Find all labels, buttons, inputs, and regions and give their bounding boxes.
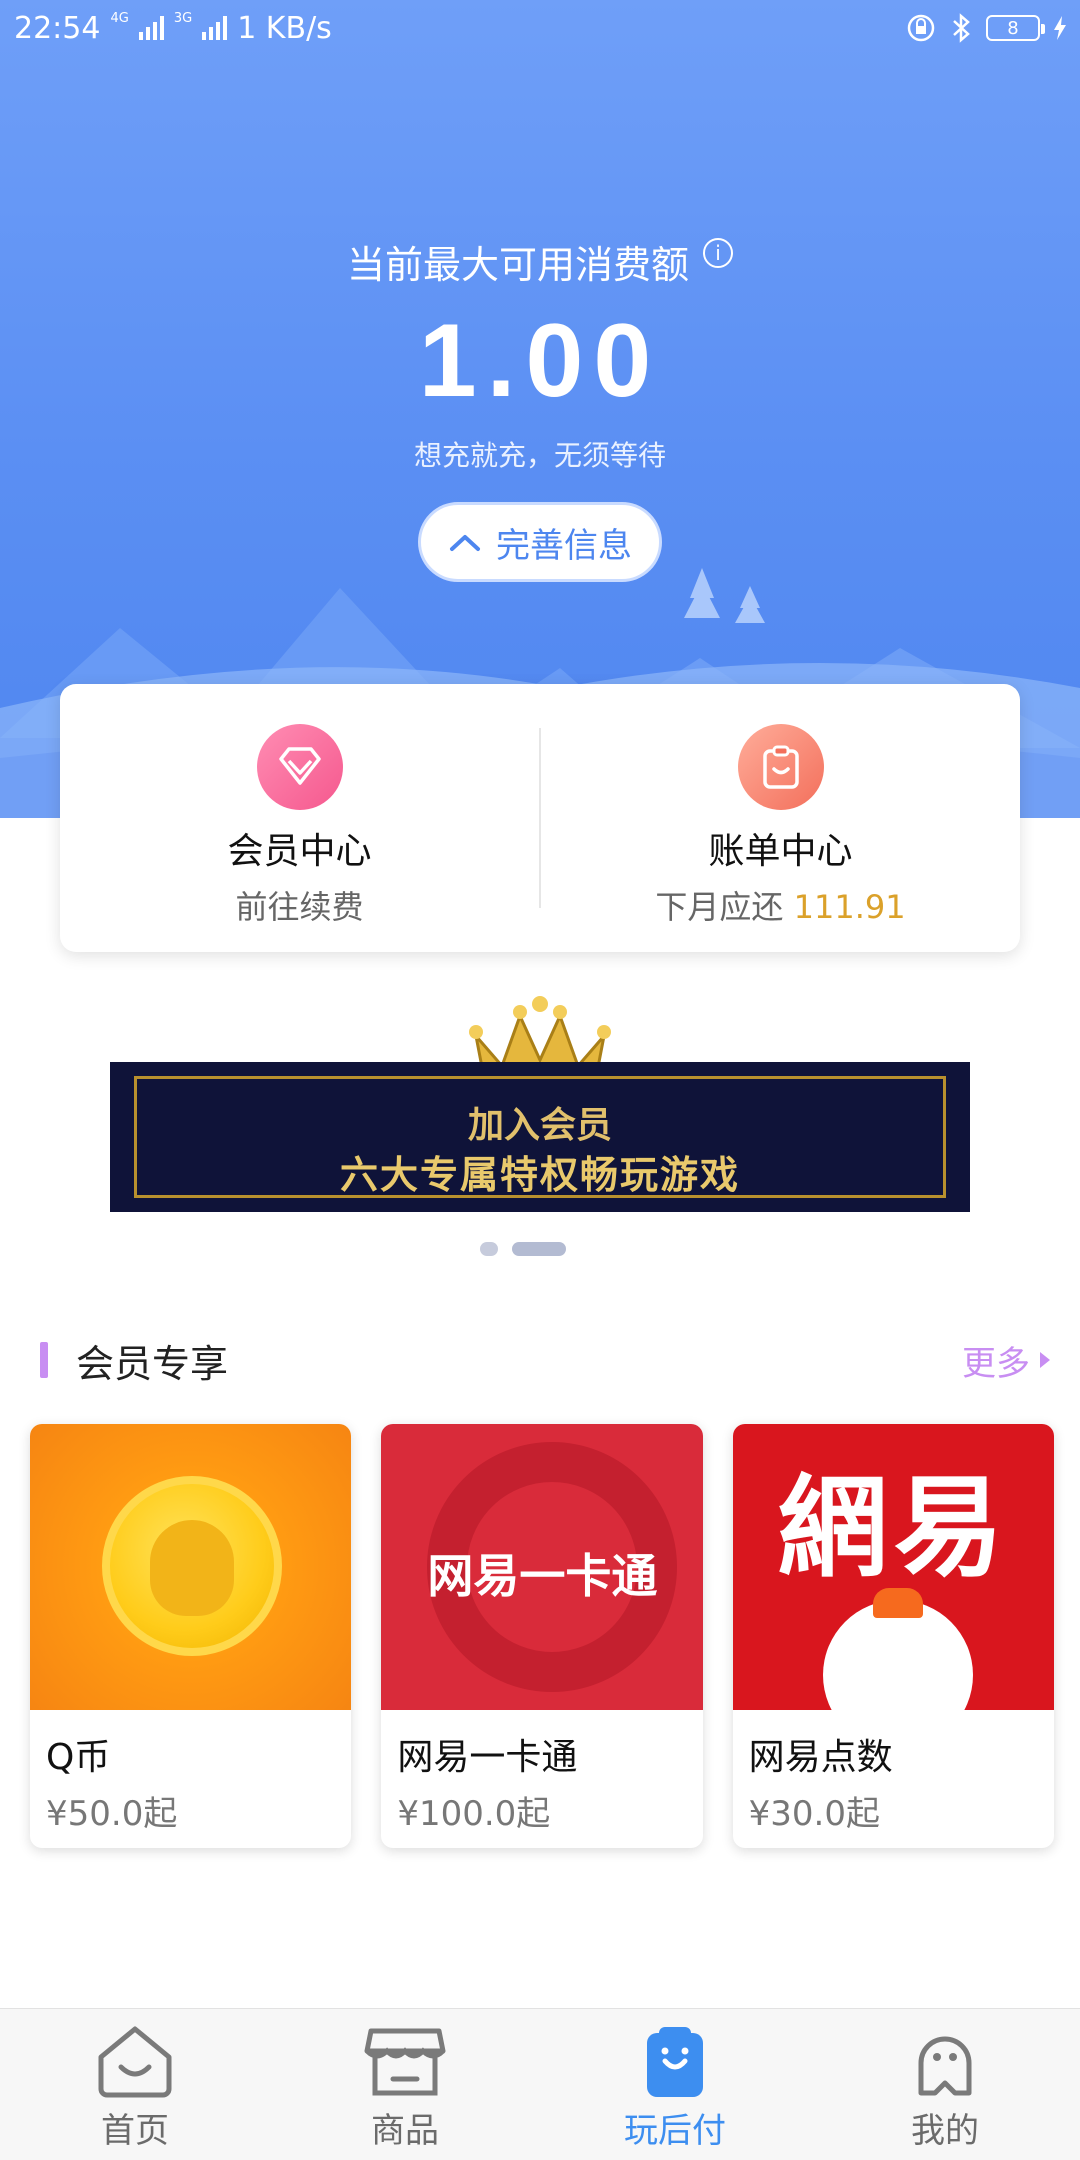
- chevron-up-icon: [450, 535, 480, 551]
- status-time: 22:54: [14, 10, 101, 46]
- status-bar: 22:54 4G 3G 1 KB/s 8: [0, 0, 1080, 56]
- member-center-title: 会员中心: [227, 831, 372, 872]
- product-name: Q币: [46, 1737, 111, 1778]
- member-center-subtitle: 前往续费: [235, 888, 364, 926]
- section-accent-bar: [40, 1342, 48, 1378]
- product-card-q-coin[interactable]: Q币 ¥50.0起: [30, 1424, 352, 1848]
- banner-pagination: [480, 1242, 566, 1256]
- clipboard-icon: [737, 724, 824, 810]
- store-icon: [364, 2028, 446, 2096]
- complete-info-button[interactable]: 完善信息: [418, 502, 662, 582]
- banner-dot-1[interactable]: [480, 1242, 498, 1256]
- signal-icon: [138, 16, 164, 40]
- battery-icon: 8: [986, 15, 1045, 41]
- product-price: ¥30.0起: [748, 1794, 880, 1834]
- member-exclusive-header: 会员专享 更多: [40, 1330, 1050, 1390]
- q-coin-image: [30, 1424, 352, 1710]
- bag-icon: [647, 2027, 703, 2097]
- network-speed: 1 KB/s: [237, 10, 332, 46]
- product-price: ¥100.0起: [397, 1794, 551, 1834]
- section-title: 会员专享: [76, 1341, 229, 1386]
- diamond-icon: [256, 724, 343, 810]
- nav-products[interactable]: 商品: [270, 2009, 540, 2160]
- product-price: ¥50.0起: [46, 1794, 178, 1834]
- network-type-1: 4G: [110, 10, 129, 26]
- nav-mine[interactable]: 我的: [810, 2009, 1080, 2160]
- nav-play-later-pay-label: 玩后付: [624, 2111, 726, 2151]
- mascot-comb-graphic: [872, 1588, 923, 1618]
- limit-title-text: 当前最大可用消费额: [346, 243, 689, 287]
- netease-card-image: 网易一卡通: [381, 1424, 703, 1710]
- charging-icon: [1054, 16, 1066, 40]
- limit-title: 当前最大可用消费额 i: [0, 234, 1080, 289]
- product-name: 网易点数: [748, 1737, 893, 1778]
- product-name: 网易一卡通: [397, 1737, 578, 1778]
- netease-points-image: 網易: [732, 1424, 1054, 1710]
- nav-mine-label: 我的: [911, 2111, 979, 2151]
- member-center-entry[interactable]: 会员中心 前往续费: [60, 684, 539, 952]
- bottom-navigation: 首页 商品 玩后付 我的: [0, 2008, 1080, 2160]
- nav-play-later-pay[interactable]: 玩后付: [540, 2009, 810, 2160]
- banner-dot-2[interactable]: [512, 1242, 566, 1256]
- nav-home[interactable]: 首页: [0, 2009, 270, 2160]
- more-label: 更多: [962, 1343, 1030, 1384]
- bill-due-label: 下月应还: [655, 888, 784, 926]
- nav-home-label: 首页: [101, 2111, 169, 2151]
- product-card-netease-card[interactable]: 网易一卡通 网易一卡通 ¥100.0起: [381, 1424, 703, 1848]
- lock-rotation-icon: [907, 14, 935, 42]
- penguin-graphic: [150, 1520, 234, 1616]
- profile-icon: [918, 2036, 972, 2096]
- chevron-right-icon: [1040, 1352, 1050, 1368]
- banner-headline: 加入会员: [467, 1105, 612, 1146]
- product-list: Q币 ¥50.0起 网易一卡通 网易一卡通 ¥100.0起 網易 网易点数 ¥3…: [30, 1424, 1054, 1848]
- quick-entry-card: 会员中心 前往续费 账单中心 下月应还 111.91: [60, 684, 1020, 952]
- available-amount: 1.00: [418, 303, 662, 419]
- network-type-2: 3G: [173, 10, 193, 26]
- product-card-netease-points[interactable]: 網易 网易点数 ¥30.0起: [732, 1424, 1054, 1848]
- more-link[interactable]: 更多: [962, 1336, 1050, 1385]
- bluetooth-icon: [953, 13, 970, 43]
- netease-logo-text: 網易: [777, 1463, 1010, 1592]
- promo-banner[interactable]: 加入会员 六大专属特权畅玩游戏: [110, 1062, 970, 1212]
- complete-info-label: 完善信息: [496, 525, 632, 566]
- signal-icon-2: [202, 16, 228, 40]
- bill-due-amount: 111.91: [793, 888, 906, 926]
- info-icon[interactable]: i: [703, 238, 733, 268]
- home-icon: [98, 2026, 172, 2098]
- netease-card-image-text: 网易一卡通: [427, 1549, 658, 1603]
- nav-products-label: 商品: [371, 2111, 439, 2151]
- limit-subtitle: 想充就充，无须等待: [413, 439, 666, 472]
- bill-center-entry[interactable]: 账单中心 下月应还 111.91: [541, 684, 1020, 952]
- bill-center-subtitle: 下月应还 111.91: [655, 882, 905, 928]
- bill-center-title: 账单中心: [708, 831, 853, 872]
- banner-subline: 六大专属特权畅玩游戏: [339, 1153, 740, 1197]
